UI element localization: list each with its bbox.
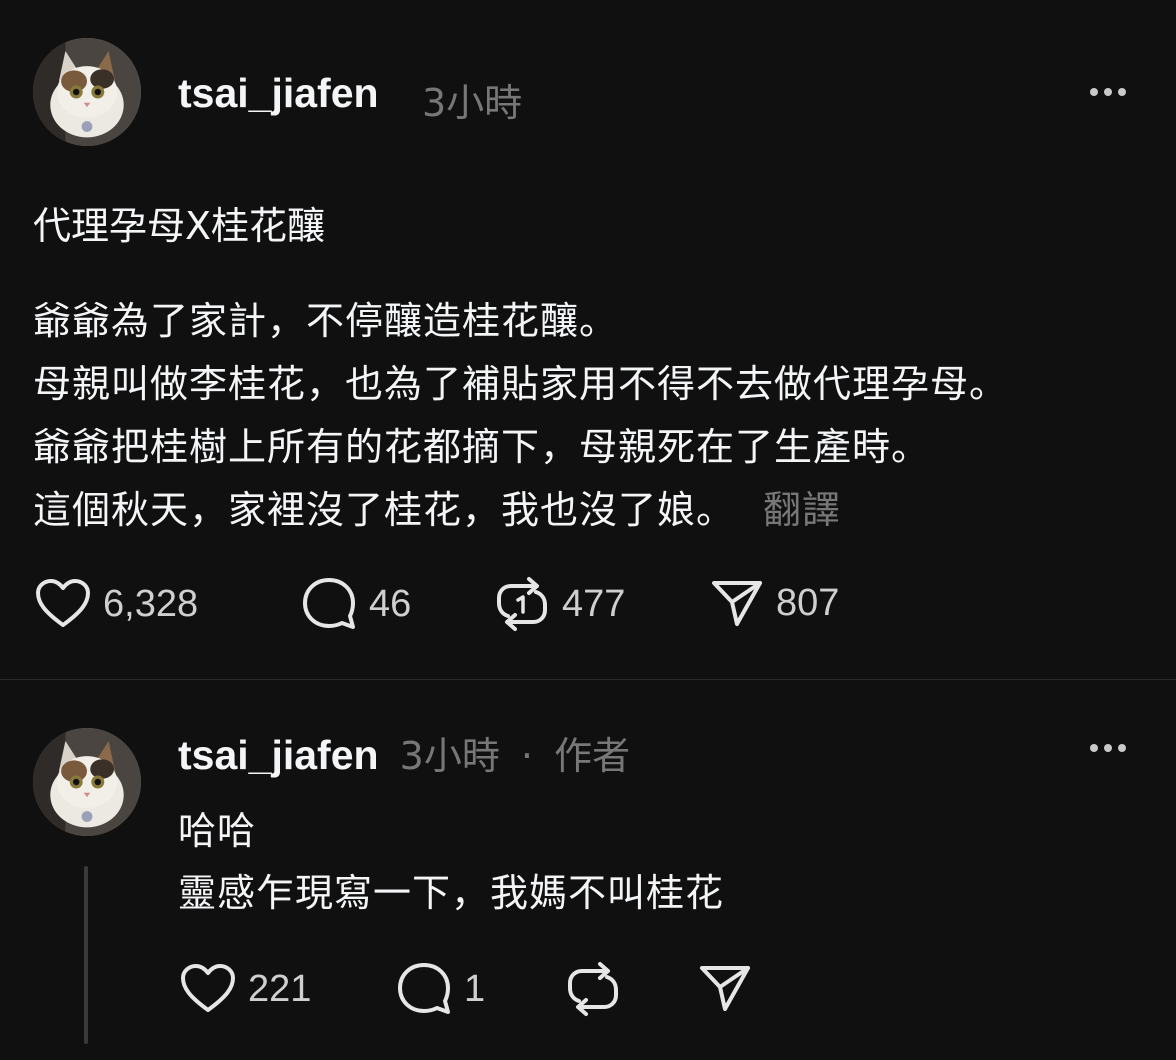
post-username[interactable]: tsai_jiafen bbox=[178, 70, 379, 117]
repost-icon bbox=[568, 962, 618, 1016]
ellipsis-icon bbox=[1090, 744, 1098, 752]
reply-repost-button[interactable] bbox=[565, 961, 621, 1017]
post-body-line: 這個秋天，家裡沒了桂花，我也沒了娘。 bbox=[33, 488, 736, 532]
reply-comment-count: 1 bbox=[464, 967, 486, 1010]
ellipsis-icon bbox=[1104, 88, 1112, 96]
author-badge: 作者 bbox=[554, 734, 631, 778]
post-body-last-line: 這個秋天，家裡沒了桂花，我也沒了娘。 翻譯 bbox=[33, 479, 841, 534]
repost-button[interactable]: 477 bbox=[494, 576, 625, 632]
post-more-button[interactable] bbox=[1090, 88, 1126, 96]
send-icon bbox=[712, 581, 762, 626]
cat-avatar-image bbox=[33, 38, 141, 146]
cat-avatar-image bbox=[33, 728, 141, 836]
repost-count: 477 bbox=[562, 582, 626, 625]
like-count: 6,328 bbox=[103, 582, 199, 625]
post-body-line: 爺爺為了家計，不停釀造桂花釀。 bbox=[33, 299, 619, 343]
ellipsis-icon bbox=[1104, 744, 1112, 752]
reply-like-count: 221 bbox=[248, 967, 312, 1010]
repost-icon bbox=[497, 577, 547, 631]
heart-icon bbox=[36, 579, 90, 627]
reply-share-button[interactable] bbox=[698, 963, 752, 1013]
avatar[interactable] bbox=[33, 38, 141, 146]
translate-link[interactable]: 翻譯 bbox=[763, 488, 841, 532]
reply-comment-button[interactable]: 1 bbox=[396, 961, 485, 1017]
comment-count: 46 bbox=[369, 582, 412, 625]
threads-post-view: tsai_jiafen 3小時 代理孕母X桂花釀 爺爺為了家計，不停釀造桂花釀。… bbox=[0, 0, 1176, 1060]
meta-separator: · bbox=[520, 734, 534, 778]
ellipsis-icon bbox=[1090, 88, 1098, 96]
post-title: 代理孕母X桂花釀 bbox=[33, 204, 326, 248]
reply-username[interactable]: tsai_jiafen bbox=[178, 732, 379, 778]
reply-like-button[interactable]: 221 bbox=[180, 963, 311, 1015]
post-body-line: 母親叫做李桂花，也為了補貼家用不得不去做代理孕母。 bbox=[33, 362, 1009, 406]
heart-icon bbox=[181, 964, 235, 1012]
ellipsis-icon bbox=[1118, 88, 1126, 96]
post-timestamp: 3小時 bbox=[422, 81, 523, 125]
reply-text-line: 哈哈 bbox=[178, 809, 257, 853]
send-icon bbox=[700, 966, 750, 1011]
reply-more-button[interactable] bbox=[1090, 744, 1126, 752]
reply-avatar[interactable] bbox=[33, 728, 141, 836]
ellipsis-icon bbox=[1118, 744, 1126, 752]
comment-button[interactable]: 46 bbox=[301, 576, 411, 632]
comment-bubble-icon bbox=[303, 578, 355, 629]
post-body-line: 爺爺把桂樹上所有的花都摘下，母親死在了生產時。 bbox=[33, 425, 931, 469]
reply-timestamp: 3小時 bbox=[399, 734, 500, 778]
reply-header: tsai_jiafen 3小時 · 作者 bbox=[178, 725, 630, 780]
share-button[interactable]: 807 bbox=[710, 578, 839, 628]
share-count: 807 bbox=[776, 581, 840, 624]
divider bbox=[0, 679, 1176, 680]
comment-bubble-icon bbox=[398, 963, 450, 1014]
reply-text-line: 靈感乍現寫一下，我媽不叫桂花 bbox=[178, 871, 725, 915]
like-button[interactable]: 6,328 bbox=[35, 578, 198, 630]
thread-connector-line bbox=[84, 866, 88, 1044]
